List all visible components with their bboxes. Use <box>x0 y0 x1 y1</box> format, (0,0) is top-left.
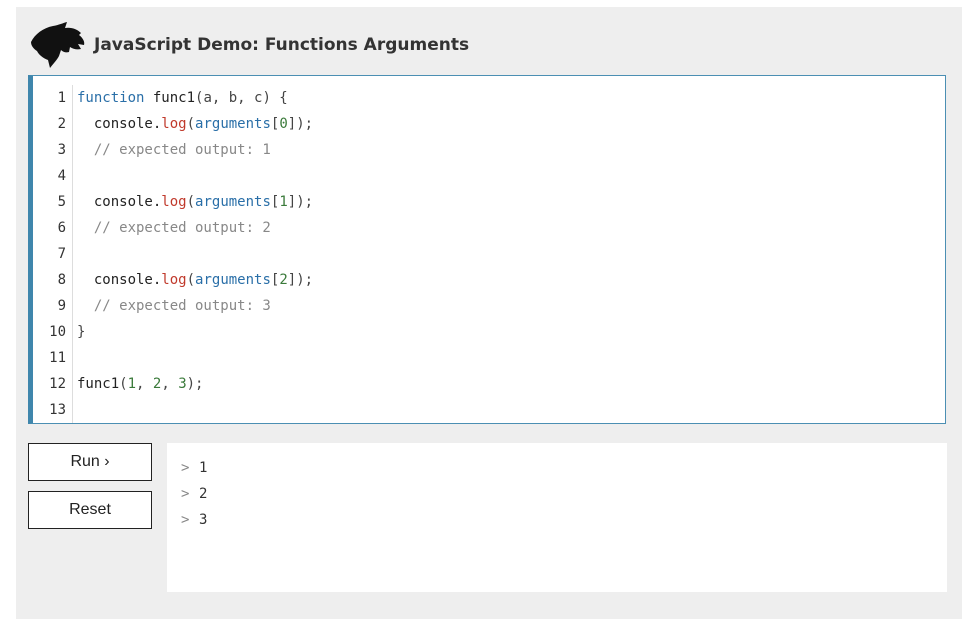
code-token: ); <box>186 376 204 392</box>
code-token: ]); <box>287 194 314 210</box>
code-line[interactable]: 4 <box>33 163 945 189</box>
output-line: >3 <box>181 507 947 533</box>
code-line[interactable]: 9 // expected output: 3 <box>33 293 945 319</box>
reset-button[interactable]: Reset <box>28 491 152 529</box>
code-line[interactable]: 2 console.log(arguments[0]); <box>33 111 945 137</box>
output-value: 2 <box>199 486 208 502</box>
code-token: function <box>77 90 145 106</box>
output-line: >2 <box>181 481 947 507</box>
run-button[interactable]: Run › <box>28 443 152 481</box>
code-token: ]); <box>287 116 314 132</box>
code-editor[interactable]: 1 function func1(a, b, c) {2 console.log(… <box>28 75 946 424</box>
code-text: // expected output: 1 <box>73 142 271 158</box>
line-number: 3 <box>33 137 73 163</box>
code-token: func1 <box>77 376 120 392</box>
line-number: 5 <box>33 189 73 215</box>
output-value: 3 <box>199 512 208 528</box>
code-token: 1 <box>127 376 137 392</box>
code-token: ( <box>186 116 196 132</box>
line-number: 1 <box>33 85 73 111</box>
dinosaur-head-icon <box>28 21 86 69</box>
output-prompt: > <box>181 512 190 528</box>
code-token: ]); <box>287 272 314 288</box>
code-token: // expected output: 2 <box>77 220 271 236</box>
code-token: arguments <box>195 116 271 132</box>
code-token: log <box>161 116 187 132</box>
code-token: (a, b, c) { <box>195 90 288 106</box>
code-token: 2 <box>279 272 288 288</box>
code-line[interactable]: 8 console.log(arguments[2]); <box>33 267 945 293</box>
code-text: func1(1, 2, 3); <box>73 376 203 392</box>
code-text: console.log(arguments[0]); <box>73 116 313 132</box>
code-token: } <box>77 324 86 340</box>
code-line[interactable]: 3 // expected output: 1 <box>33 137 945 163</box>
code-token: 3 <box>178 376 187 392</box>
line-number: 13 <box>33 397 73 423</box>
code-token: arguments <box>195 194 271 210</box>
line-number: 12 <box>33 371 73 397</box>
code-token: , <box>136 376 153 392</box>
code-text: // expected output: 3 <box>73 298 271 314</box>
line-number: 7 <box>33 241 73 267</box>
code-text: // expected output: 2 <box>73 220 271 236</box>
code-token: ( <box>119 376 128 392</box>
console-output: >1 >2 >3 <box>167 443 947 592</box>
code-token: console. <box>77 272 162 288</box>
code-text: function func1(a, b, c) { <box>73 90 288 106</box>
code-token: log <box>161 272 187 288</box>
code-token: console. <box>77 116 162 132</box>
code-line[interactable]: 1 function func1(a, b, c) { <box>33 85 945 111</box>
code-lines: 1 function func1(a, b, c) {2 console.log(… <box>33 85 945 423</box>
line-number: 11 <box>33 345 73 371</box>
code-token: ( <box>186 272 196 288</box>
output-prompt: > <box>181 486 190 502</box>
code-token: ( <box>186 194 196 210</box>
line-number: 8 <box>33 267 73 293</box>
code-text: } <box>73 324 85 340</box>
line-number: 9 <box>33 293 73 319</box>
code-token: 0 <box>279 116 288 132</box>
code-token: console. <box>77 194 162 210</box>
code-line[interactable]: 10} <box>33 319 945 345</box>
output-line: >1 <box>181 455 947 481</box>
code-line[interactable]: 12 func1(1, 2, 3); <box>33 371 945 397</box>
code-text: console.log(arguments[2]); <box>73 272 313 288</box>
code-line[interactable]: 6 // expected output: 2 <box>33 215 945 241</box>
code-line[interactable]: 7 <box>33 241 945 267</box>
code-token: arguments <box>195 272 271 288</box>
output-prompt: > <box>181 460 190 476</box>
line-number: 6 <box>33 215 73 241</box>
page-title: JavaScript Demo: Functions Arguments <box>94 35 470 55</box>
code-token: , <box>161 376 179 392</box>
output-value: 1 <box>199 460 208 476</box>
line-number: 4 <box>33 163 73 189</box>
code-line[interactable]: 11 <box>33 345 945 371</box>
line-number: 2 <box>33 111 73 137</box>
code-token: // expected output: 3 <box>77 298 271 314</box>
code-token: log <box>161 194 187 210</box>
code-token: func1 <box>144 90 196 106</box>
code-line[interactable]: 5 console.log(arguments[1]); <box>33 189 945 215</box>
demo-frame: JavaScript Demo: Functions Arguments 1 fu… <box>16 7 962 619</box>
code-text: console.log(arguments[1]); <box>73 194 313 210</box>
line-number: 10 <box>33 319 73 345</box>
code-token: 1 <box>279 194 288 210</box>
code-line[interactable]: 13 <box>33 397 945 423</box>
demo-header: JavaScript Demo: Functions Arguments <box>28 19 469 71</box>
code-token: // expected output: 1 <box>77 142 271 158</box>
